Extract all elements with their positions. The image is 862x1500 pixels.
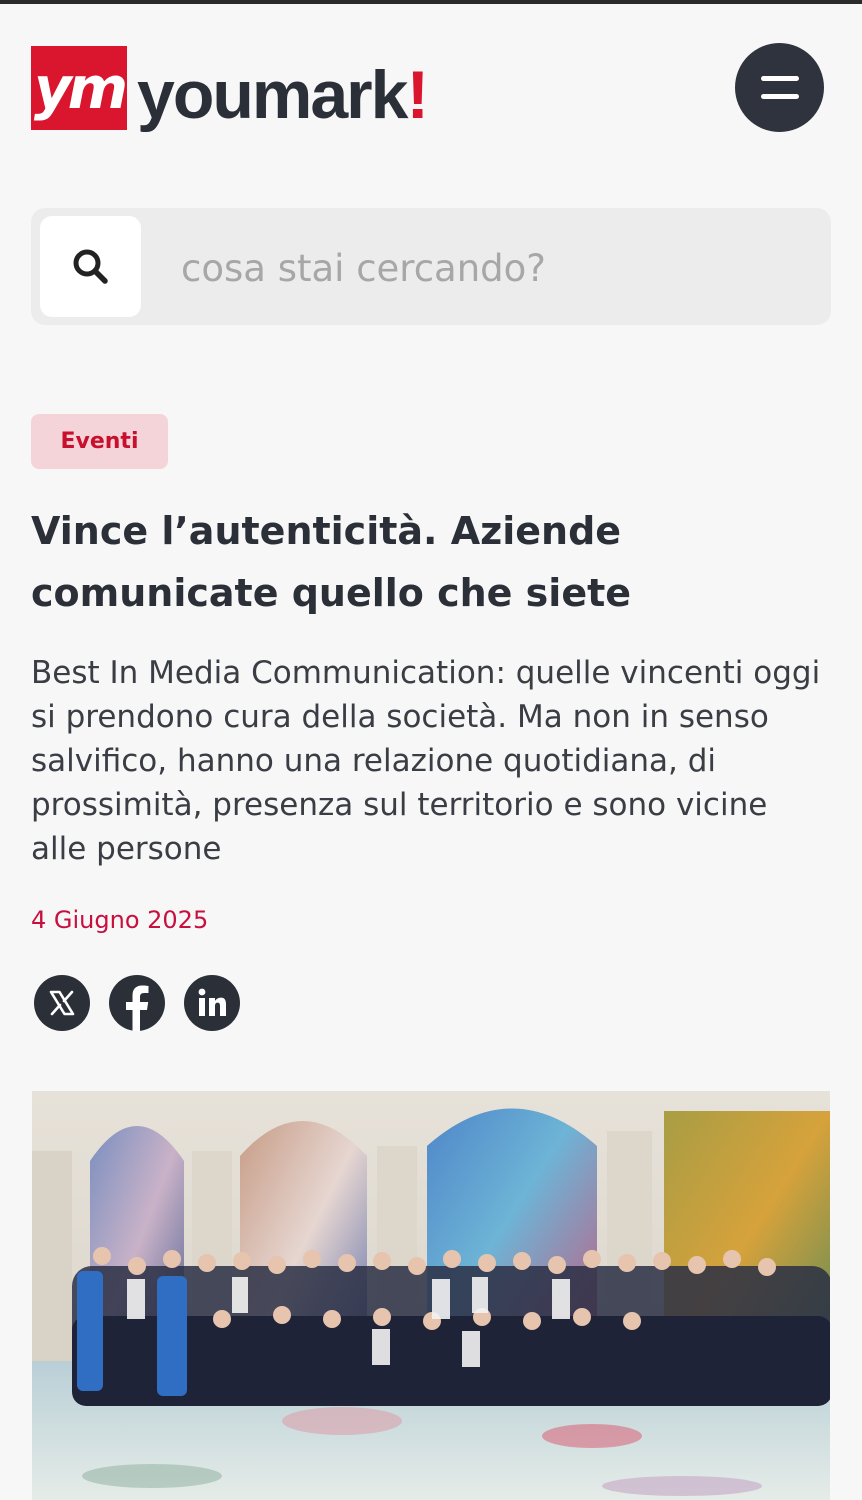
search-input[interactable] [179,242,803,294]
search-bar [31,208,831,325]
article-summary: Best In Media Communication: quelle vinc… [31,655,821,867]
logo-exclamation: ! [406,57,430,133]
article-date: 4 Giugno 2025 [31,906,209,934]
article-title[interactable]: Vince l’autenticità. Aziende comunicate … [31,500,831,624]
logo-mark: ym [31,46,128,130]
share-linkedin-button[interactable] [184,975,240,1031]
facebook-icon [126,985,149,1031]
linkedin-icon [198,988,226,1016]
search-button[interactable] [40,216,141,317]
group-photo-illustration [32,1091,830,1500]
hamburger-icon [761,76,799,81]
category-badge[interactable]: Eventi [31,414,168,469]
menu-button[interactable] [735,43,824,132]
article-hero-image [32,1091,830,1500]
top-status-bar [0,0,862,4]
logo-wordmark: youmark [137,57,408,133]
search-icon [73,249,108,284]
hamburger-icon-line [761,94,799,99]
share-facebook-button[interactable] [109,975,165,1031]
share-x-button[interactable] [34,975,90,1031]
site-logo[interactable]: ym youmark! [31,46,429,130]
x-twitter-icon [49,990,75,1016]
